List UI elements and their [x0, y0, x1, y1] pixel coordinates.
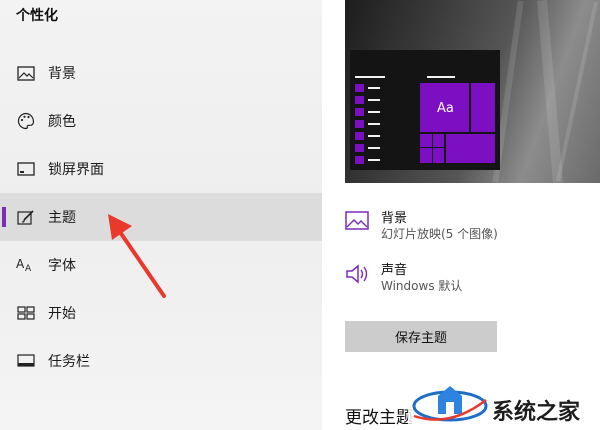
- sidebar-item-start[interactable]: 开始: [0, 289, 322, 337]
- sidebar-item-label: 开始: [48, 306, 76, 322]
- preview-start-menu: Aa: [350, 50, 500, 170]
- preview-tile-text: Aa: [437, 101, 454, 116]
- svg-text:A: A: [16, 257, 25, 271]
- sidebar-item-label: 背景: [48, 66, 76, 82]
- lock-screen-icon: [16, 159, 36, 179]
- sidebar-item-label: 主题: [48, 210, 76, 226]
- watermark-text: 系统之家: [492, 400, 581, 425]
- speaker-icon: [345, 263, 371, 287]
- watermark: 系统之家: [408, 368, 598, 428]
- sidebar-item-label: 字体: [48, 258, 76, 274]
- sidebar-item-theme[interactable]: 主题: [0, 193, 322, 241]
- palette-icon: [16, 111, 36, 131]
- selection-indicator: [2, 207, 6, 227]
- change-theme-heading: 更改主题: [345, 408, 413, 428]
- preview-live-tile: Aa: [420, 83, 495, 163]
- theme-sound-setting[interactable]: 声音 Windows 默认: [345, 259, 585, 299]
- sidebar-item-fonts[interactable]: AA 字体: [0, 241, 322, 289]
- sidebar-item-colors[interactable]: 颜色: [0, 97, 322, 145]
- setting-title: 背景: [381, 211, 408, 226]
- sidebar-item-label: 颜色: [48, 114, 76, 130]
- watermark-logo-icon: [410, 378, 490, 428]
- theme-brush-icon: [16, 207, 36, 227]
- sidebar-item-label: 锁屏界面: [48, 162, 104, 178]
- image-icon: [345, 211, 371, 235]
- sidebar-item-lock-screen[interactable]: 锁屏界面: [0, 145, 322, 193]
- theme-preview: Aa: [345, 0, 600, 183]
- theme-background-setting[interactable]: 背景 幻灯片放映(5 个图像): [345, 207, 585, 247]
- sidebar-item-background[interactable]: 背景: [0, 49, 322, 97]
- start-grid-icon: [16, 303, 36, 323]
- taskbar-icon: [16, 351, 36, 371]
- save-theme-button[interactable]: 保存主题: [345, 321, 497, 352]
- setting-subtitle: Windows 默认: [381, 279, 463, 293]
- sidebar-item-label: 任务栏: [48, 354, 90, 370]
- setting-title: 声音: [381, 263, 408, 278]
- theme-main-pane: Aa 背景 幻灯片放映(5 个图像) 声音 Windows 默认 保存主题 更改…: [322, 0, 600, 430]
- font-icon: AA: [16, 255, 36, 275]
- sidebar-item-taskbar[interactable]: 任务栏: [0, 337, 322, 385]
- settings-sidebar: 个性化 背景 颜色 锁屏界面 主题 AA 字体 开始 任务栏: [0, 0, 322, 430]
- svg-text:A: A: [25, 264, 32, 273]
- image-icon: [16, 63, 36, 83]
- sidebar-title: 个性化: [16, 8, 58, 24]
- setting-subtitle: 幻灯片放映(5 个图像): [381, 227, 498, 241]
